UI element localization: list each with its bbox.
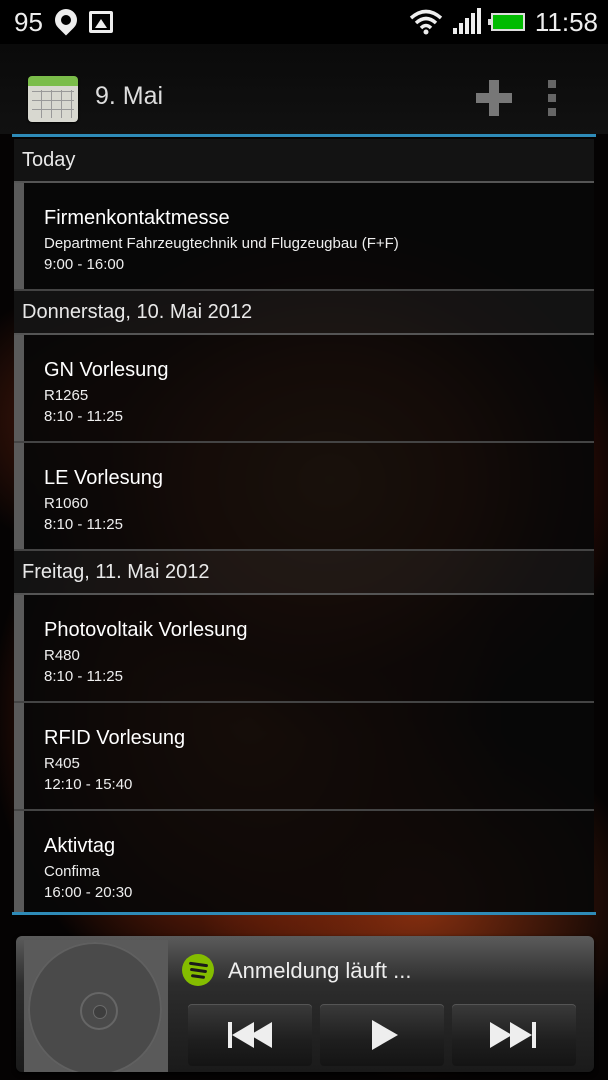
event-time: 8:10 - 11:25 bbox=[44, 408, 123, 425]
agenda-list[interactable]: Today Firmenkontaktmesse Department Fahr… bbox=[14, 139, 594, 912]
wifi-icon bbox=[409, 9, 443, 35]
event-time: 16:00 - 20:30 bbox=[44, 884, 133, 901]
event-title: LE Vorlesung bbox=[44, 467, 163, 489]
notification-count: 95 bbox=[14, 6, 43, 37]
play-icon bbox=[372, 1020, 398, 1050]
divider-bottom bbox=[12, 912, 596, 915]
signal-icon bbox=[452, 8, 481, 34]
action-bar-title[interactable]: 9. Mai bbox=[95, 82, 163, 111]
calendar-color-bar bbox=[14, 811, 24, 912]
status-bar-right: 11:58 bbox=[409, 6, 598, 38]
event-title: RFID Vorlesung bbox=[44, 727, 186, 749]
list-item[interactable]: LE Vorlesung R1060 8:10 - 11:25 bbox=[14, 443, 594, 551]
event-title: Photovoltaik Vorlesung bbox=[44, 619, 248, 641]
track-title: Anmeldung läuft ... bbox=[228, 958, 412, 983]
action-bar: 9. Mai bbox=[0, 44, 608, 134]
event-location: Department Fahrzeugtechnik und Flugzeugb… bbox=[44, 235, 399, 252]
battery-icon bbox=[487, 13, 525, 31]
calendar-color-bar bbox=[14, 595, 24, 701]
calendar-color-bar bbox=[14, 443, 24, 549]
play-button[interactable] bbox=[320, 1004, 444, 1066]
calendar-app-icon[interactable] bbox=[28, 76, 78, 122]
previous-button[interactable] bbox=[188, 1004, 312, 1066]
event-location: Confima bbox=[44, 863, 100, 880]
calendar-color-bar bbox=[14, 335, 24, 441]
event-location: R1265 bbox=[44, 387, 89, 404]
section-header-thursday: Donnerstag, 10. Mai 2012 bbox=[14, 291, 594, 335]
list-item[interactable]: GN Vorlesung R1265 8:10 - 11:25 bbox=[14, 335, 594, 443]
calendar-color-bar bbox=[14, 183, 24, 289]
event-title: Aktivtag bbox=[44, 835, 116, 857]
list-item[interactable]: Aktivtag Confima 16:00 - 20:30 bbox=[14, 811, 594, 912]
add-event-button[interactable] bbox=[474, 78, 514, 118]
event-time: 9:00 - 16:00 bbox=[44, 256, 125, 273]
location-icon bbox=[50, 4, 82, 36]
event-location: R405 bbox=[44, 755, 80, 772]
next-button[interactable] bbox=[452, 1004, 576, 1066]
calendar-color-bar bbox=[14, 703, 24, 809]
event-location: R480 bbox=[44, 647, 80, 664]
event-time: 8:10 - 11:25 bbox=[44, 516, 123, 533]
clock: 11:58 bbox=[534, 6, 598, 37]
event-location: R1060 bbox=[44, 495, 89, 512]
event-time: 12:10 - 15:40 bbox=[44, 776, 133, 793]
music-widget: Anmeldung läuft ... bbox=[16, 936, 594, 1072]
status-bar-left: 95 bbox=[14, 4, 113, 38]
overflow-menu-button[interactable] bbox=[540, 78, 564, 118]
picture-icon bbox=[88, 11, 113, 33]
list-item[interactable]: RFID Vorlesung R405 12:10 - 15:40 bbox=[14, 703, 594, 811]
list-item[interactable]: Photovoltaik Vorlesung R480 8:10 - 11:25 bbox=[14, 595, 594, 703]
status-bar: 95 11:58 bbox=[0, 0, 608, 44]
divider-top bbox=[12, 134, 596, 137]
section-header-today: Today bbox=[14, 139, 594, 183]
list-item[interactable]: Firmenkontaktmesse Department Fahrzeugte… bbox=[14, 183, 594, 291]
spotify-icon bbox=[182, 954, 214, 986]
event-title: Firmenkontaktmesse bbox=[44, 207, 230, 229]
event-time: 8:10 - 11:25 bbox=[44, 668, 123, 685]
event-title: GN Vorlesung bbox=[44, 359, 169, 381]
section-header-friday: Freitag, 11. Mai 2012 bbox=[14, 551, 594, 595]
disc-icon bbox=[28, 942, 162, 1072]
album-art[interactable] bbox=[24, 940, 168, 1072]
